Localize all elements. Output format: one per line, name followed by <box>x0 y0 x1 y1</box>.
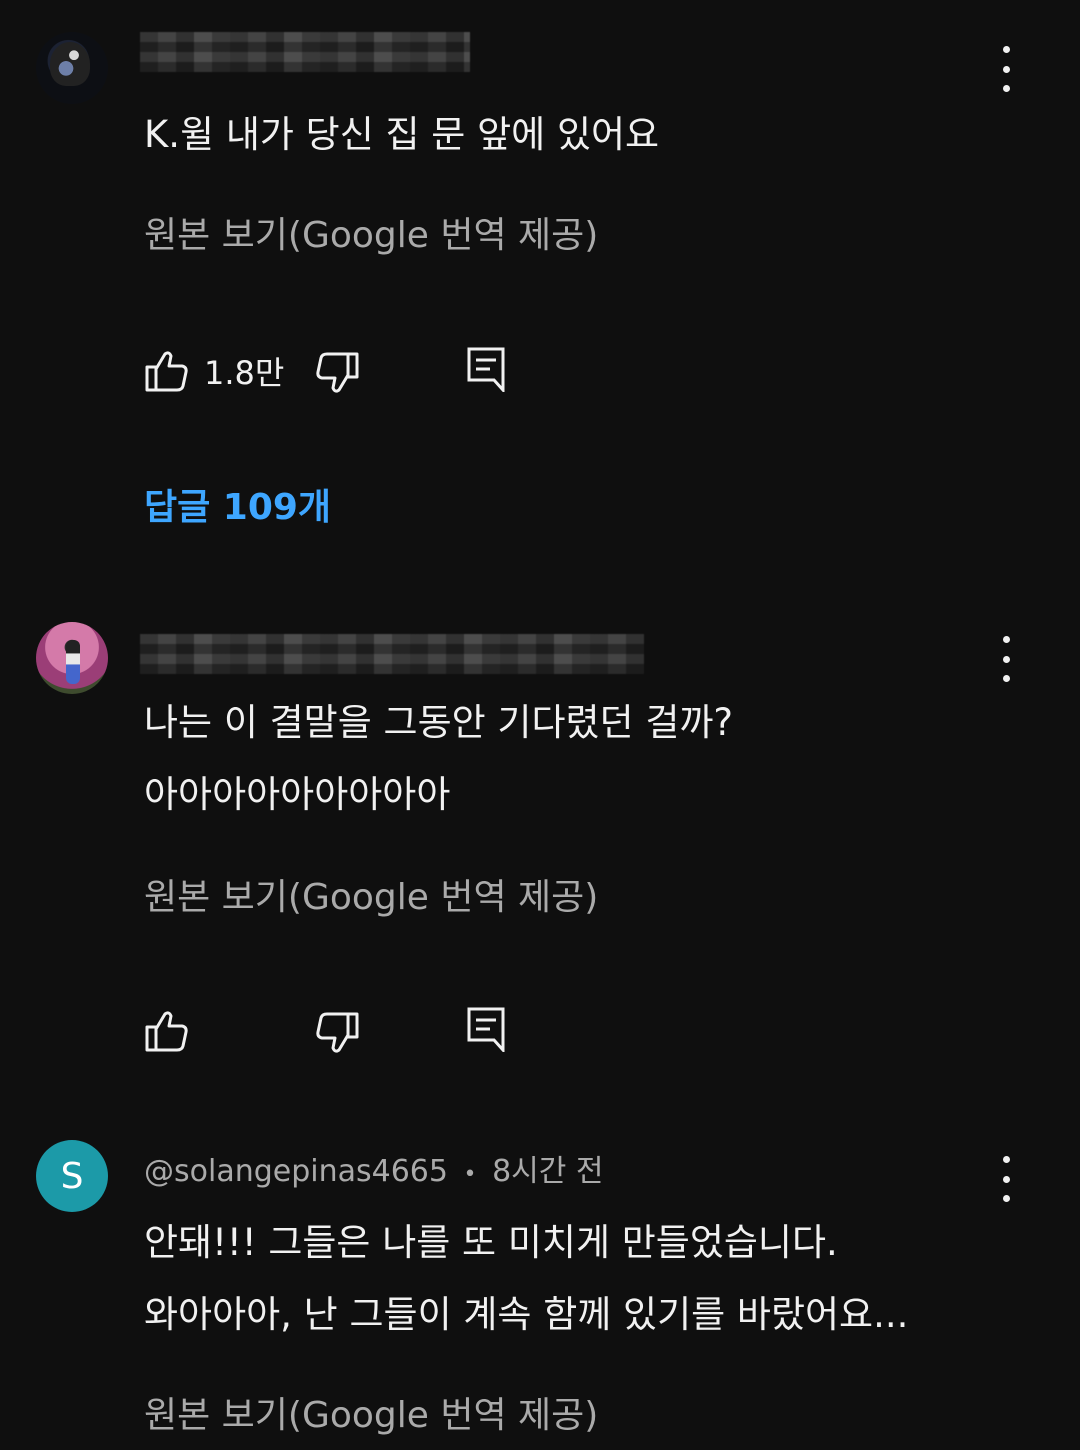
thumbs-down-icon <box>316 352 359 393</box>
comment-text-line-1: 안돼!!! 그들은 나를 또 미치게 만들었습니다. <box>144 1221 838 1264</box>
meta-separator: • <box>463 1162 477 1187</box>
show-original-link[interactable]: 원본 보기(Google 번역 제공) <box>144 206 598 258</box>
comment-time: 8시간 전 <box>492 1154 604 1189</box>
dislike-button[interactable] <box>314 350 360 396</box>
avatar[interactable]: S <box>36 1140 108 1212</box>
comment-reply-icon <box>467 347 505 392</box>
show-original-link[interactable]: 원본 보기(Google 번역 제공) <box>144 868 598 920</box>
author-name-blurred[interactable] <box>140 634 644 674</box>
more-vert-icon <box>1002 636 1010 643</box>
thumbs-down-icon <box>316 1012 359 1053</box>
more-vert-icon <box>1002 46 1010 53</box>
reply-button[interactable] <box>466 346 506 392</box>
show-original-link[interactable]: 원본 보기(Google 번역 제공) <box>144 1386 598 1438</box>
comment-item: 나는 이 결말을 그동안 기다렸던 걸까? 아아아아아아아아아 원본 보기(Go… <box>0 580 1080 1090</box>
author-handle[interactable]: @solangepinas4665 <box>144 1154 448 1189</box>
avatar[interactable] <box>36 32 108 104</box>
more-options-button[interactable] <box>986 46 1026 92</box>
comment-text-line-1: 나는 이 결말을 그동안 기다렸던 걸까? <box>144 701 734 744</box>
comment-text-line-2: 아아아아아아아아아 <box>144 773 451 816</box>
view-replies-button[interactable]: 답글 109개 <box>144 478 331 530</box>
more-options-button[interactable] <box>986 1156 1026 1202</box>
reply-button[interactable] <box>466 1006 506 1052</box>
like-button[interactable] <box>144 1008 190 1054</box>
thumbs-up-icon <box>145 1011 188 1052</box>
thumbs-up-icon <box>145 351 188 392</box>
author-name-blurred[interactable] <box>140 32 470 72</box>
dislike-button[interactable] <box>314 1010 360 1056</box>
avatar[interactable] <box>36 622 108 694</box>
comment-text: K.윌 내가 당신 집 문 앞에 있어요 <box>144 113 660 156</box>
comment-item: K.윌 내가 당신 집 문 앞에 있어요 원본 보기(Google 번역 제공)… <box>0 0 1080 580</box>
comment-meta: @solangepinas4665 • 8시간 전 <box>144 1146 604 1190</box>
like-count: 1.8만 <box>204 354 285 392</box>
comment-reply-icon <box>467 1007 505 1052</box>
avatar-letter: S <box>60 1155 84 1197</box>
comment-item: S @solangepinas4665 • 8시간 전 안돼!!! 그들은 나를… <box>0 1090 1080 1450</box>
like-button[interactable]: 1.8만 <box>144 348 284 394</box>
comment-text-line-2: 와아아아, 난 그들이 계속 함께 있기를 바랐어요... <box>144 1293 909 1336</box>
more-options-button[interactable] <box>986 636 1026 682</box>
more-vert-icon <box>1002 1156 1010 1163</box>
